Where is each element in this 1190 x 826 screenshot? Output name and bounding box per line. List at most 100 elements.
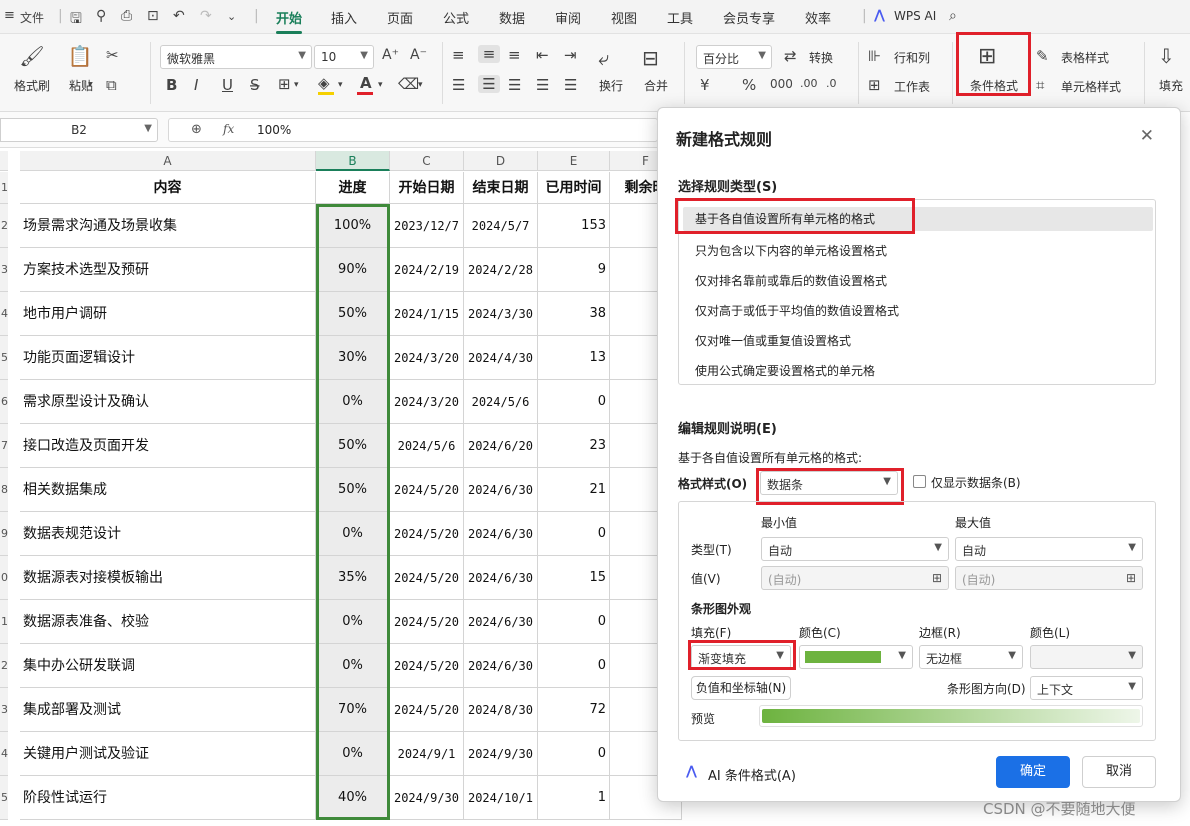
tab-efficiency[interactable]: 效率 <box>805 8 831 27</box>
table-cell[interactable]: 地市用户调研 <box>20 292 316 336</box>
table-cell[interactable]: 15 <box>538 556 610 600</box>
bar-color-select[interactable]: ▼ <box>799 645 913 669</box>
row-header[interactable]: 8 <box>0 468 8 512</box>
header-cell[interactable]: 进度 <box>316 172 390 204</box>
column-header-c[interactable]: C <box>390 151 464 171</box>
row-header[interactable]: 2 <box>0 644 8 688</box>
table-cell[interactable]: 2024/5/20 <box>390 688 464 732</box>
header-cell[interactable]: 结束日期 <box>464 172 538 204</box>
table-cell[interactable]: 2024/2/19 <box>390 248 464 292</box>
chevron-down-icon[interactable]: ▾ <box>378 80 383 90</box>
conditional-format-icon[interactable]: ⊞ <box>978 44 996 69</box>
border-select[interactable]: 无边框 ▼ <box>919 645 1023 669</box>
align-middle-icon[interactable]: ≡ <box>478 45 500 63</box>
table-cell[interactable]: 0 <box>538 644 610 688</box>
table-style-icon[interactable]: ✎ <box>1036 47 1049 65</box>
decrease-font-icon[interactable]: A⁻ <box>410 47 427 63</box>
row-header[interactable]: 0 <box>0 556 8 600</box>
table-cell[interactable]: 数据源表对接模板输出 <box>20 556 316 600</box>
close-icon[interactable]: ✕ <box>1140 126 1154 146</box>
border-icon[interactable]: ⊞ <box>278 75 291 93</box>
table-cell[interactable]: 0 <box>538 512 610 556</box>
negative-axis-button[interactable]: 负值和坐标轴(N) <box>691 676 791 700</box>
tab-home[interactable]: 开始 <box>276 8 303 34</box>
zoom-icon[interactable]: ⊕ <box>191 122 202 137</box>
show-bar-only-checkbox[interactable] <box>913 475 926 488</box>
currency-icon[interactable]: ¥ <box>700 76 710 94</box>
tab-page[interactable]: 页面 <box>387 8 413 27</box>
rule-type-item[interactable]: 仅对唯一值或重复值设置格式 <box>695 332 851 349</box>
table-style-button[interactable]: 表格样式 <box>1054 49 1116 66</box>
max-type-select[interactable]: 自动 ▼ <box>955 537 1143 561</box>
header-cell[interactable]: 开始日期 <box>390 172 464 204</box>
tab-review[interactable]: 审阅 <box>555 8 581 27</box>
table-cell[interactable]: 0% <box>316 732 390 776</box>
table-cell[interactable]: 0% <box>316 644 390 688</box>
rule-type-item[interactable]: 基于各自值设置所有单元格的格式 <box>683 207 1153 231</box>
table-cell[interactable]: 90% <box>316 248 390 292</box>
merge-button[interactable]: 合并 <box>636 77 676 94</box>
border-color-select[interactable]: ▼ <box>1030 645 1143 669</box>
share-icon[interactable]: ⚲ <box>96 8 106 24</box>
fill-button[interactable]: 填充 <box>1154 77 1188 94</box>
tab-view[interactable]: 视图 <box>611 8 637 27</box>
table-cell[interactable]: 2024/4/30 <box>464 336 538 380</box>
row-header[interactable]: 7 <box>0 424 8 468</box>
ok-button[interactable]: 确定 <box>996 756 1070 788</box>
row-header[interactable]: 5 <box>0 776 8 820</box>
table-cell[interactable]: 2024/5/20 <box>390 512 464 556</box>
table-cell[interactable]: 2024/5/6 <box>464 380 538 424</box>
table-cell[interactable]: 2024/6/20 <box>464 424 538 468</box>
print-preview-icon[interactable]: ⊡ <box>147 8 159 24</box>
align-right-icon[interactable]: ☰ <box>508 76 521 94</box>
rule-type-item[interactable]: 仅对高于或低于平均值的数值设置格式 <box>695 302 899 319</box>
row-header[interactable]: 3 <box>0 688 8 732</box>
table-cell[interactable]: 需求原型设计及确认 <box>20 380 316 424</box>
conditional-format-button[interactable]: 条件格式 <box>962 77 1026 94</box>
table-cell[interactable]: 0% <box>316 512 390 556</box>
table-cell[interactable]: 2024/3/30 <box>464 292 538 336</box>
ai-conditional-format-link[interactable]: AI 条件格式(A) <box>708 765 796 784</box>
min-type-select[interactable]: 自动 ▼ <box>761 537 949 561</box>
chevron-down-icon[interactable]: ▾ <box>418 80 423 90</box>
column-header-b[interactable]: B <box>316 151 390 171</box>
table-cell[interactable]: 方案技术选型及预研 <box>20 248 316 292</box>
undo-icon[interactable]: ↶ <box>173 8 185 24</box>
table-cell[interactable]: 关键用户测试及验证 <box>20 732 316 776</box>
fill-select[interactable]: 渐变填充 ▼ <box>691 645 791 669</box>
chevron-down-icon[interactable]: ▾ <box>88 80 93 90</box>
table-cell[interactable]: 接口改造及页面开发 <box>20 424 316 468</box>
wrap-text-button[interactable]: 换行 <box>594 77 628 94</box>
table-cell[interactable]: 集成部署及测试 <box>20 688 316 732</box>
table-cell[interactable]: 2024/1/15 <box>390 292 464 336</box>
copy-icon[interactable]: ⧉ <box>106 76 117 94</box>
row-header[interactable]: 3 <box>0 248 8 292</box>
name-box[interactable]: B2 ▼ <box>0 118 158 142</box>
table-cell[interactable]: 2024/6/30 <box>464 556 538 600</box>
table-cell[interactable]: 2024/5/20 <box>390 644 464 688</box>
tab-insert[interactable]: 插入 <box>331 8 357 27</box>
table-cell[interactable]: 阶段性试运行 <box>20 776 316 820</box>
align-bottom-icon[interactable]: ≡ <box>508 46 521 64</box>
table-cell[interactable]: 153 <box>538 204 610 248</box>
paste-button[interactable]: 粘贴 <box>60 77 102 94</box>
rule-type-item[interactable]: 仅对排名靠前或靠后的数值设置格式 <box>695 272 887 289</box>
align-center-icon[interactable]: ☰ <box>478 75 500 93</box>
chevron-down-icon[interactable]: ▾ <box>338 80 343 90</box>
indent-increase-icon[interactable]: ⇥ <box>564 46 577 64</box>
table-cell[interactable]: 2024/6/30 <box>464 512 538 556</box>
table-cell[interactable]: 2024/2/28 <box>464 248 538 292</box>
table-cell[interactable]: 2024/5/20 <box>390 556 464 600</box>
row-header[interactable]: 2 <box>0 204 8 248</box>
distributed-icon[interactable]: ☰ <box>564 76 577 94</box>
table-cell[interactable]: 2024/3/20 <box>390 336 464 380</box>
tab-tools[interactable]: 工具 <box>667 8 693 27</box>
menu-icon[interactable]: ≡ <box>4 8 15 23</box>
wrap-text-icon[interactable]: ⤶ <box>598 46 609 70</box>
eraser-icon[interactable]: ⌫ <box>398 75 419 93</box>
table-cell[interactable]: 35% <box>316 556 390 600</box>
indent-decrease-icon[interactable]: ⇤ <box>536 46 549 64</box>
tab-data[interactable]: 数据 <box>499 8 525 27</box>
header-cell[interactable]: 已用时间 <box>538 172 610 204</box>
font-color-icon[interactable]: A <box>360 74 372 92</box>
